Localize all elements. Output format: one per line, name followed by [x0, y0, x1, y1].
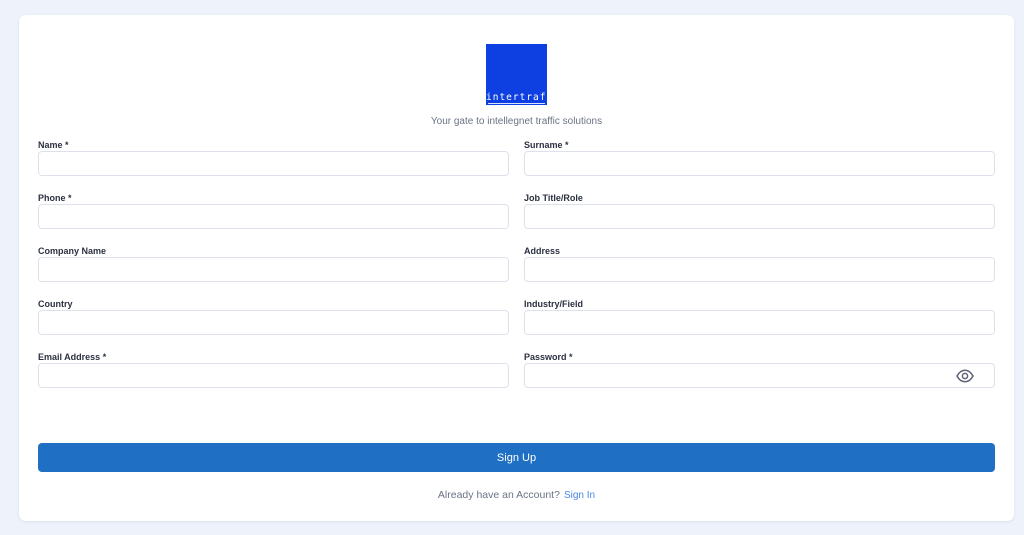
logo-underline	[488, 103, 545, 104]
have-account-text: Already have an Account?	[437, 489, 560, 501]
email-input[interactable]	[39, 364, 508, 387]
country-field-group: Country	[38, 298, 509, 335]
sign-up-button[interactable]: Sign Up	[38, 443, 995, 472]
phone-field-box	[38, 204, 509, 229]
address-input[interactable]	[525, 258, 994, 281]
password-field-group: Password *	[524, 351, 995, 388]
company-label: Company Name	[38, 246, 107, 256]
sign-in-link[interactable]: Sign In	[564, 490, 595, 501]
password-field-box	[524, 363, 995, 388]
email-field-group: Email Address *	[38, 351, 509, 388]
company-field-box	[38, 257, 509, 282]
industry-field-box	[524, 310, 995, 335]
job-title-field-box	[524, 204, 995, 229]
job-title-field-group: Job Title/Role	[524, 192, 995, 229]
job-title-label: Job Title/Role	[524, 193, 583, 203]
surname-field-box	[524, 151, 995, 176]
name-field-box	[38, 151, 509, 176]
name-label: Name *	[38, 140, 69, 150]
logo-text: intertraff	[486, 92, 554, 103]
country-label: Country	[38, 299, 73, 309]
surname-label: Surname *	[524, 140, 569, 150]
password-input[interactable]	[525, 364, 994, 387]
email-field-box	[38, 363, 509, 388]
address-label: Address	[524, 246, 561, 256]
surname-input[interactable]	[525, 152, 994, 175]
phone-field-group: Phone *	[38, 192, 509, 229]
name-field-group: Name *	[38, 139, 509, 176]
password-label: Password *	[524, 352, 573, 362]
intertraff-logo: intertraff	[486, 44, 554, 105]
country-input[interactable]	[39, 311, 508, 334]
company-input[interactable]	[39, 258, 508, 281]
company-field-group: Company Name	[38, 245, 509, 282]
phone-input[interactable]	[39, 205, 508, 228]
industry-field-group: Industry/Field	[524, 298, 995, 335]
eye-icon[interactable]	[956, 369, 974, 383]
email-label: Email Address *	[38, 352, 107, 362]
signup-card: intertraff Your gate to intellegnet traf…	[19, 15, 1014, 521]
industry-input[interactable]	[525, 311, 994, 334]
tagline: Your gate to intellegnet traffic solutio…	[430, 116, 603, 127]
country-field-box	[38, 310, 509, 335]
address-field-box	[524, 257, 995, 282]
industry-label: Industry/Field	[524, 299, 584, 309]
surname-field-group: Surname *	[524, 139, 995, 176]
job-title-input[interactable]	[525, 205, 994, 228]
address-field-group: Address	[524, 245, 995, 282]
sign-in-prompt: Already have an Account? Sign In	[19, 489, 1014, 501]
name-input[interactable]	[39, 152, 508, 175]
phone-label: Phone *	[38, 193, 72, 203]
